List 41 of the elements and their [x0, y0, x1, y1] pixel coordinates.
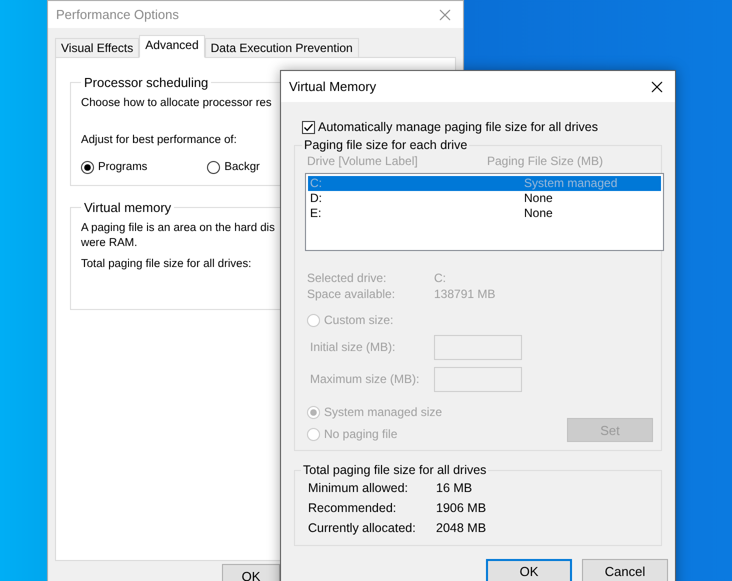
- total-label: Currently allocated:: [308, 521, 417, 535]
- field-label: Maximum size (MB):: [310, 372, 420, 387]
- dialog-button[interactable]: Cancel: [582, 559, 668, 581]
- info-value: 138791 MB: [434, 287, 496, 302]
- radio-button[interactable]: [207, 161, 220, 174]
- info-label: Selected drive:: [307, 271, 386, 286]
- radio-label: Backgr: [224, 160, 260, 175]
- checkbox[interactable]: [302, 120, 315, 134]
- window-title: Virtual Memory: [289, 79, 376, 94]
- column-header: Drive [Volume Label]: [307, 154, 418, 169]
- checkbox-label: Automatically manage paging file size for all drives: [318, 120, 598, 134]
- radio-button[interactable]: [81, 161, 94, 174]
- total-label: Total paging file size for all drives:: [81, 257, 252, 272]
- group-title: Paging file size for each drive: [303, 138, 468, 152]
- description-text: A paging file is an area on the hard dis: [81, 221, 275, 236]
- adjust-label: Adjust for best performance of:: [81, 133, 237, 148]
- total-label: Recommended:: [308, 501, 398, 515]
- tab[interactable]: Visual Effects: [55, 38, 140, 57]
- column-header: Paging File Size (MB): [487, 154, 604, 169]
- group-title: Total paging file size for all drives: [302, 463, 488, 477]
- info-value: C:: [434, 271, 446, 286]
- total-value: 16 MB: [436, 481, 474, 495]
- group-title: Processor scheduling: [83, 75, 210, 90]
- tab[interactable]: Advanced: [139, 35, 205, 58]
- dialog-button[interactable]: OK: [486, 559, 572, 581]
- radio-label: No paging file: [324, 427, 398, 442]
- window-title: Performance Options: [56, 7, 179, 22]
- description-text: were RAM.: [81, 236, 138, 251]
- close-icon[interactable]: [651, 80, 663, 92]
- info-label: Space available:: [307, 287, 396, 302]
- ok-button[interactable]: OK: [222, 564, 280, 581]
- total-label: Minimum allowed:: [308, 481, 410, 495]
- radio-label: System managed size: [324, 405, 442, 420]
- radio-label: Custom size:: [324, 313, 394, 328]
- radio-label: Programs: [98, 160, 148, 175]
- group-title: Virtual memory: [83, 200, 172, 215]
- tab[interactable]: Data Execution Prevention: [204, 38, 359, 57]
- field-label: Initial size (MB):: [310, 340, 396, 355]
- description-text: Choose how to allocate processor res: [81, 96, 272, 111]
- total-value: 1906 MB: [436, 501, 488, 515]
- total-value: 2048 MB: [436, 521, 488, 535]
